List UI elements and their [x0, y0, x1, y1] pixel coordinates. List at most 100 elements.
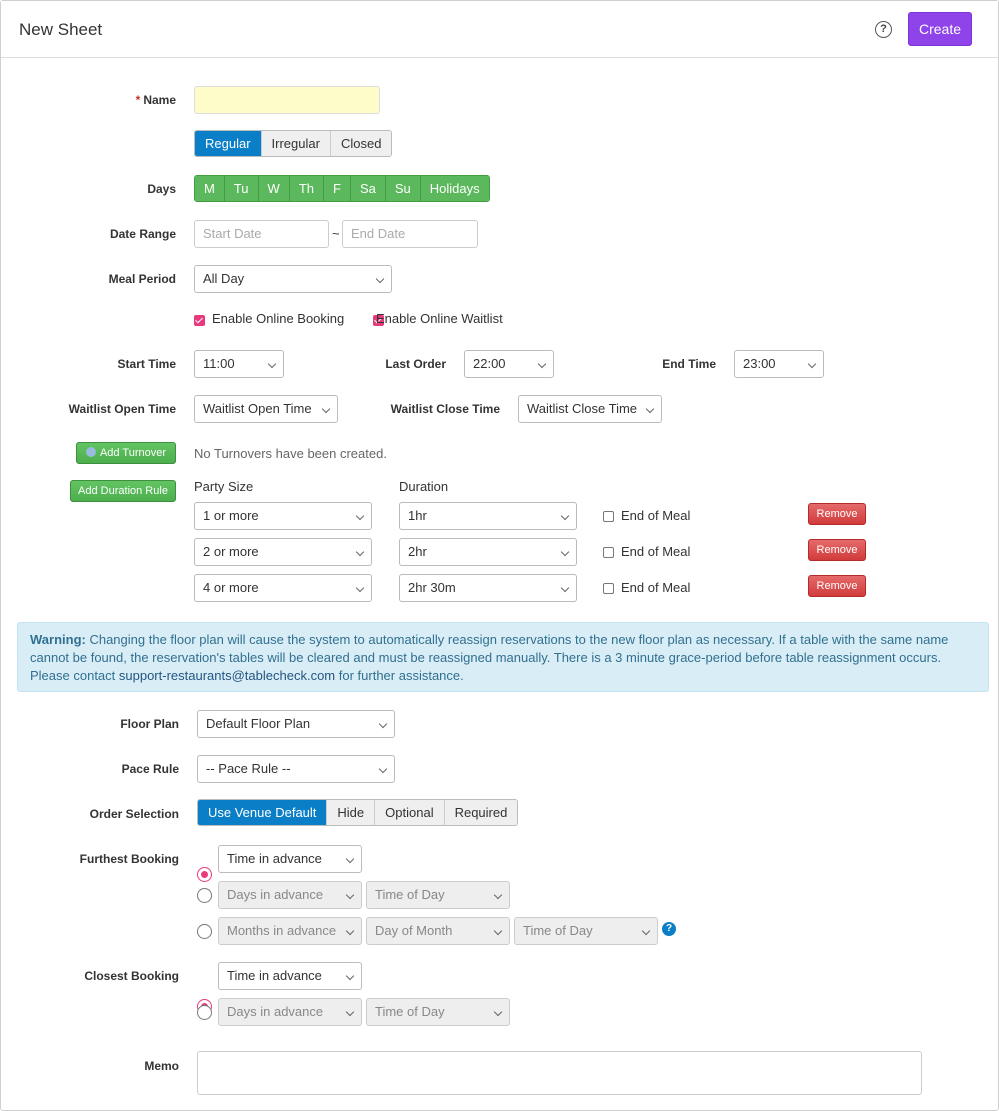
closest-time-of-day-value: Time of Day [375, 1004, 445, 1019]
floor-plan-select[interactable]: Default Floor Plan [197, 710, 395, 738]
create-button[interactable]: Create [908, 12, 972, 46]
chevron-down-icon [345, 1007, 355, 1017]
furthest-month-time-of-day-select[interactable]: Time of Day [514, 917, 658, 945]
online-booking-label: Enable Online Booking [212, 311, 345, 326]
no-turnovers-text: No Turnovers have been created. [194, 446, 387, 461]
waitlist-close-select[interactable]: Waitlist Close Time [518, 395, 662, 423]
furthest-days-select[interactable]: Days in advance [218, 881, 362, 909]
last-order-label: Last Order [385, 357, 446, 371]
waitlist-close-value: Waitlist Close Time [527, 401, 638, 416]
chevron-down-icon [345, 971, 355, 981]
closest-time-select[interactable]: Time in advance [218, 962, 362, 990]
closest-days-radio[interactable] [197, 1005, 212, 1020]
party-size-select[interactable]: 4 or more [194, 574, 372, 602]
waitlist-open-label: Waitlist Open Time [68, 402, 176, 416]
furthest-time-value: Time in advance [227, 851, 322, 866]
duration-select[interactable]: 2hr 30m [399, 574, 577, 602]
end-date-input[interactable]: End Date [342, 220, 478, 248]
furthest-days-value: Days in advance [227, 887, 324, 902]
order-hide-button[interactable]: Hide [327, 800, 376, 825]
closest-days-select[interactable]: Days in advance [218, 998, 362, 1026]
order-venue-default-button[interactable]: Use Venue Default [198, 800, 328, 825]
chevron-down-icon [378, 719, 388, 729]
remove-rule-button[interactable]: Remove [808, 539, 866, 561]
furthest-days-radio[interactable] [197, 888, 212, 903]
furthest-time-of-day-select[interactable]: Time of Day [366, 881, 510, 909]
schedule-regular-button[interactable]: Regular [195, 131, 262, 156]
furthest-day-of-month-select[interactable]: Day of Month [366, 917, 510, 945]
duration-select[interactable]: 1hr [399, 502, 577, 530]
chevron-down-icon [493, 926, 503, 936]
furthest-months-radio[interactable] [197, 924, 212, 939]
day-th-button[interactable]: Th [289, 176, 324, 201]
closest-time-value: Time in advance [227, 968, 322, 983]
duration-value: 1hr [408, 508, 427, 523]
meal-period-select[interactable]: All Day [194, 265, 392, 293]
day-m-button[interactable]: M [195, 176, 225, 201]
name-input[interactable] [194, 86, 380, 114]
party-size-header: Party Size [194, 479, 254, 494]
day-f-button[interactable]: F [324, 176, 351, 201]
day-sa-button[interactable]: Sa [350, 176, 386, 201]
end-time-value: 23:00 [743, 356, 776, 371]
furthest-months-select[interactable]: Months in advance [218, 917, 362, 945]
add-duration-rule-button[interactable]: Add Duration Rule [70, 480, 176, 502]
party-size-select[interactable]: 2 or more [194, 538, 372, 566]
chevron-down-icon [355, 547, 365, 557]
order-optional-button[interactable]: Optional [375, 800, 445, 825]
start-date-input[interactable]: Start Date [194, 220, 329, 248]
pace-rule-select[interactable]: -- Pace Rule -- [197, 755, 395, 783]
last-order-value: 22:00 [473, 356, 506, 371]
party-size-value: 2 or more [203, 544, 259, 559]
remove-rule-button[interactable]: Remove [808, 575, 866, 597]
chevron-down-icon [807, 359, 817, 369]
remove-rule-button[interactable]: Remove [808, 503, 866, 525]
chevron-down-icon [267, 359, 277, 369]
order-selection-group: Use Venue Default Hide Optional Required [197, 799, 519, 826]
add-turnover-button[interactable]: Add Turnover [76, 442, 176, 464]
waitlist-open-select[interactable]: Waitlist Open Time [194, 395, 338, 423]
closest-time-of-day-select[interactable]: Time of Day [366, 998, 510, 1026]
duration-value: 2hr 30m [408, 580, 456, 595]
help-icon[interactable]: ? [875, 21, 892, 38]
furthest-month-time-of-day-value: Time of Day [523, 923, 593, 938]
duration-value: 2hr [408, 544, 427, 559]
closest-days-value: Days in advance [227, 1004, 324, 1019]
day-w-button[interactable]: W [258, 176, 290, 201]
end-of-meal-checkbox[interactable] [603, 511, 614, 522]
end-of-meal-checkbox[interactable] [603, 547, 614, 558]
memo-textarea[interactable] [197, 1051, 922, 1095]
days-label: Days [147, 182, 176, 196]
refresh-icon [85, 447, 96, 457]
order-selection-label: Order Selection [89, 807, 179, 821]
day-su-button[interactable]: Su [385, 176, 421, 201]
schedule-irregular-button[interactable]: Irregular [261, 131, 331, 156]
day-tu-button[interactable]: Tu [224, 176, 259, 201]
day-holidays-button[interactable]: Holidays [420, 176, 489, 201]
end-of-meal-label: End of Meal [621, 508, 691, 523]
chevron-down-icon [560, 511, 570, 521]
chevron-down-icon [345, 890, 355, 900]
last-order-select[interactable]: 22:00 [464, 350, 554, 378]
furthest-time-select[interactable]: Time in advance [218, 845, 362, 873]
end-of-meal-label: End of Meal [621, 580, 691, 595]
date-range-label: Date Range [109, 227, 176, 241]
online-booking-checkbox[interactable] [194, 315, 205, 326]
duration-header: Duration [399, 479, 449, 494]
chevron-down-icon [641, 926, 651, 936]
start-time-value: 11:00 [203, 356, 235, 371]
question-icon[interactable]: ? [662, 922, 676, 936]
duration-select[interactable]: 2hr [399, 538, 577, 566]
start-time-select[interactable]: 11:00 [194, 350, 284, 378]
chevron-down-icon [321, 404, 331, 414]
floor-plan-warning: Warning: Changing the floor plan will ca… [17, 622, 989, 692]
furthest-time-radio[interactable] [197, 867, 212, 882]
days-group: M Tu W Th F Sa Su Holidays [194, 175, 490, 202]
warning-tail: for further assistance. [335, 668, 464, 683]
end-of-meal-checkbox[interactable] [603, 583, 614, 594]
party-size-select[interactable]: 1 or more [194, 502, 372, 530]
support-email-link[interactable]: support-restaurants@tablecheck.com [119, 668, 335, 683]
schedule-closed-button[interactable]: Closed [330, 131, 392, 156]
end-time-select[interactable]: 23:00 [734, 350, 824, 378]
order-required-button[interactable]: Required [444, 800, 518, 825]
